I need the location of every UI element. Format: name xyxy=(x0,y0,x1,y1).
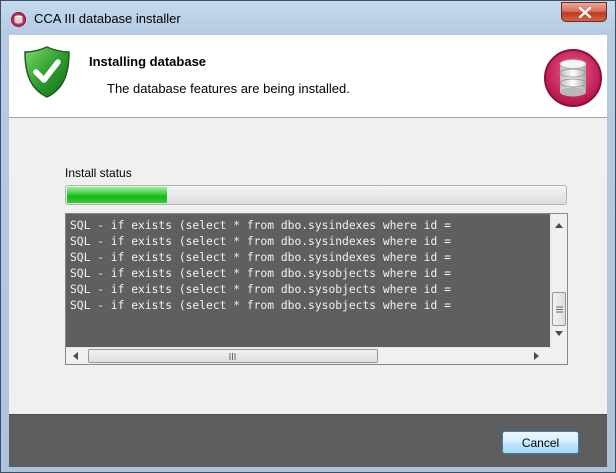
content-area: Install status SQL - if exists (select *… xyxy=(9,118,607,414)
vertical-scroll-thumb[interactable] xyxy=(552,292,566,326)
footer-bar: Cancel xyxy=(9,414,607,467)
header-title: Installing database xyxy=(89,54,207,69)
title-bar[interactable]: CCA III database installer xyxy=(1,1,615,35)
horizontal-scroll-thumb[interactable] xyxy=(88,349,378,363)
progress-fill xyxy=(67,187,167,203)
database-icon xyxy=(543,48,603,113)
log-line: SQL - if exists (select * from dbo.sysin… xyxy=(70,235,451,248)
header-subtitle: The database features are being installe… xyxy=(107,81,350,96)
database-app-icon xyxy=(11,12,26,27)
log-line: SQL - if exists (select * from dbo.sysob… xyxy=(70,267,451,280)
grip-icon xyxy=(229,353,236,360)
horizontal-scrollbar[interactable] xyxy=(66,347,550,364)
install-status-label: Install status xyxy=(65,166,132,180)
scroll-right-icon[interactable] xyxy=(534,352,539,360)
log-line: SQL - if exists (select * from dbo.sysin… xyxy=(70,219,451,232)
close-icon xyxy=(578,7,592,18)
window-title: CCA III database installer xyxy=(34,11,181,26)
scrollbar-corner xyxy=(550,347,567,364)
installer-window: CCA III database installer Installing da… xyxy=(0,0,616,473)
install-log-box[interactable]: SQL - if exists (select * from dbo.sysin… xyxy=(65,213,568,365)
log-lines: SQL - if exists (select * from dbo.sysin… xyxy=(66,218,548,346)
vertical-scrollbar[interactable] xyxy=(550,214,567,347)
log-line: SQL - if exists (select * from dbo.sysin… xyxy=(70,251,451,264)
log-line: SQL - if exists (select * from dbo.sysob… xyxy=(70,283,451,296)
grip-icon xyxy=(556,306,563,313)
log-line: SQL - if exists (select * from dbo.sysob… xyxy=(70,299,451,312)
install-progress-bar xyxy=(65,185,567,205)
shield-check-icon xyxy=(23,45,71,104)
header-panel: Installing database The database feature… xyxy=(9,35,607,118)
scroll-left-icon[interactable] xyxy=(73,352,78,360)
cancel-button[interactable]: Cancel xyxy=(502,431,579,454)
scroll-down-icon[interactable] xyxy=(555,331,563,336)
close-button[interactable] xyxy=(561,2,607,22)
scroll-up-icon[interactable] xyxy=(555,223,563,228)
